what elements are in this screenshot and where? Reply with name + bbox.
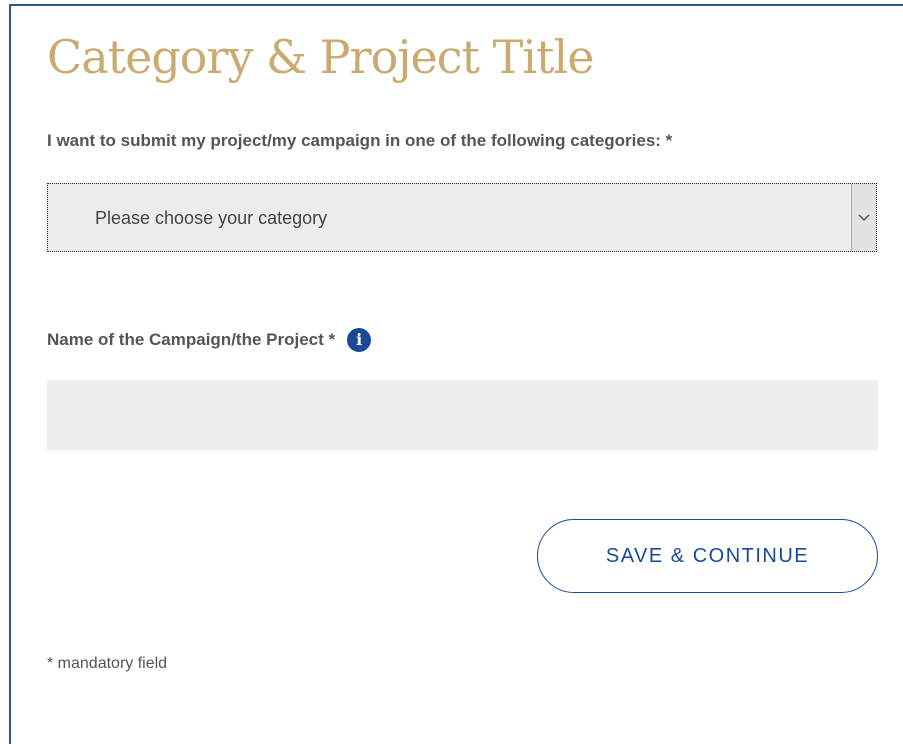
category-select-value: Please choose your category [95,208,328,228]
project-name-label-row: Name of the Campaign/the Project * i [47,328,372,352]
category-select[interactable]: Please choose your category [47,183,877,252]
page-title: Category & Project Title [47,30,594,84]
save-continue-button[interactable]: SAVE & CONTINUE [537,519,878,593]
category-label: I want to submit my project/my campaign … [47,131,673,150]
project-name-label: Name of the Campaign/the Project * [47,330,336,349]
project-name-input[interactable] [47,380,878,450]
mandatory-field-note: * mandatory field [47,655,168,672]
content-frame [9,4,903,744]
chevron-down-icon[interactable] [851,184,876,251]
info-icon[interactable]: i [347,328,372,352]
